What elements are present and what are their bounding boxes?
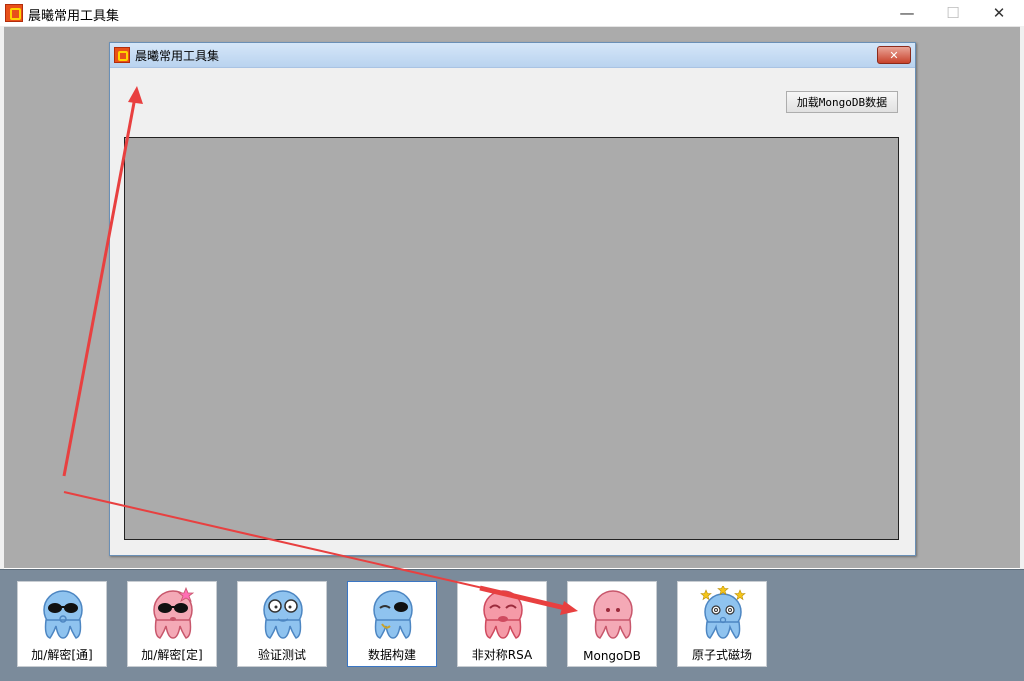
tool-encrypt-general[interactable]: 加/解密[通]	[17, 581, 107, 667]
tool-encrypt-fixed[interactable]: 加/解密[定]	[127, 581, 217, 667]
tool-label: 原子式磁场	[691, 648, 752, 662]
tool-label: 验证测试	[257, 648, 306, 662]
window-frame-right	[1020, 26, 1024, 570]
tool-label: MongoDB	[583, 649, 641, 663]
data-grid[interactable]	[124, 137, 899, 540]
child-title: 晨曦常用工具集	[135, 49, 220, 63]
child-logo-icon	[114, 47, 130, 63]
octopus-sunglasses-pink-icon	[153, 586, 195, 639]
child-window: 晨曦常用工具集 ✕ 加载MongoDB数据	[109, 42, 916, 556]
tool-data-build[interactable]: 数据构建	[347, 581, 437, 667]
tool-atomic-field[interactable]: 原子式磁场	[677, 581, 767, 667]
tool-label: 加/解密[定]	[141, 648, 203, 662]
load-mongodb-button[interactable]: 加载MongoDB数据	[786, 91, 898, 113]
octopus-dizzy-blue-icon	[700, 586, 746, 639]
tool-label: 加/解密[通]	[31, 648, 93, 662]
child-close-button[interactable]: ✕	[877, 46, 911, 64]
close-button[interactable]: ✕	[976, 0, 1022, 26]
bottom-toolbar: 加/解密[通] 加/解密[定] 验证测试 数据构建 非对称RSA MongoDB…	[0, 569, 1024, 681]
tool-label: 数据构建	[367, 648, 416, 662]
app-logo-icon	[5, 4, 23, 22]
child-titlebar[interactable]: 晨曦常用工具集 ✕	[110, 43, 915, 68]
tool-mongodb[interactable]: MongoDB	[567, 581, 657, 667]
octopus-sunglasses-blue-icon	[43, 590, 83, 639]
app-titlebar: 晨曦常用工具集 — ☐ ✕	[0, 0, 1024, 27]
octopus-pink-icon	[593, 590, 633, 639]
app-title: 晨曦常用工具集	[28, 9, 120, 24]
maximize-button[interactable]: ☐	[930, 0, 976, 26]
octopus-laughing-pink-icon	[483, 590, 523, 639]
tool-validation-test[interactable]: 验证测试	[237, 581, 327, 667]
tool-rsa[interactable]: 非对称RSA	[457, 581, 547, 667]
tool-label: 非对称RSA	[471, 648, 533, 662]
minimize-button[interactable]: —	[884, 0, 930, 26]
octopus-wink-blue-icon	[373, 590, 413, 639]
octopus-glasses-blue-icon	[263, 590, 303, 639]
